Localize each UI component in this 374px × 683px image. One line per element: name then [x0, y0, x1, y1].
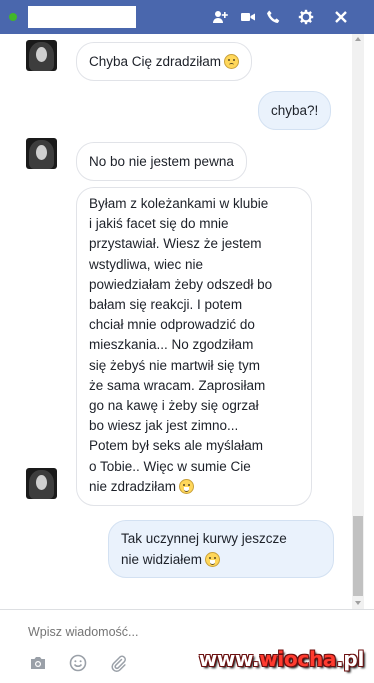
add-person-icon[interactable]: [210, 7, 230, 27]
phone-icon[interactable]: [264, 7, 284, 27]
message-text: Tak uczynnej kurwy jeszcze nie widziałem: [121, 531, 287, 567]
gear-icon[interactable]: [296, 7, 316, 27]
message-bubble-outgoing: Tak uczynnej kurwy jeszcze nie widziałem: [108, 520, 334, 578]
scrollbar-thumb[interactable]: [353, 516, 363, 596]
message-bubble-outgoing: chyba?!: [258, 91, 332, 130]
grinning-face-icon: [179, 478, 195, 494]
online-status-icon: [9, 13, 17, 21]
chat-header: [0, 0, 374, 34]
video-camera-icon[interactable]: [238, 7, 258, 27]
message-thread[interactable]: Chyba Cię zdradziłam chyba?! No bo nie j…: [0, 34, 374, 609]
message-bubble-incoming: Byłam z koleżankami w klubie i jakiś fac…: [76, 187, 312, 507]
avatar[interactable]: [26, 468, 57, 499]
scroll-down-arrow-icon[interactable]: [355, 601, 361, 605]
watermark-logo: www.wiocha.pl: [198, 647, 365, 671]
close-icon[interactable]: [331, 7, 351, 27]
attach-icon[interactable]: [108, 653, 128, 673]
grinning-face-icon: [205, 552, 221, 567]
avatar[interactable]: [26, 138, 57, 169]
confused-face-icon: [224, 54, 240, 69]
camera-icon[interactable]: [28, 653, 48, 673]
message-text: Byłam z koleżankami w klubie i jakiś fac…: [89, 196, 273, 494]
message-bubble-incoming: Chyba Cię zdradziłam: [76, 42, 253, 81]
message-input[interactable]: [28, 622, 328, 642]
message-text: No bo nie jestem pewna: [89, 154, 234, 169]
message-text: chyba?!: [271, 103, 319, 118]
avatar[interactable]: [26, 40, 57, 71]
scrollbar[interactable]: [352, 34, 364, 609]
message-text: Chyba Cię zdradziłam: [89, 54, 222, 69]
contact-name[interactable]: [28, 6, 136, 28]
emoji-icon[interactable]: [68, 653, 88, 673]
message-bubble-incoming: No bo nie jestem pewna: [76, 142, 247, 181]
scroll-up-arrow-icon[interactable]: [355, 37, 361, 41]
